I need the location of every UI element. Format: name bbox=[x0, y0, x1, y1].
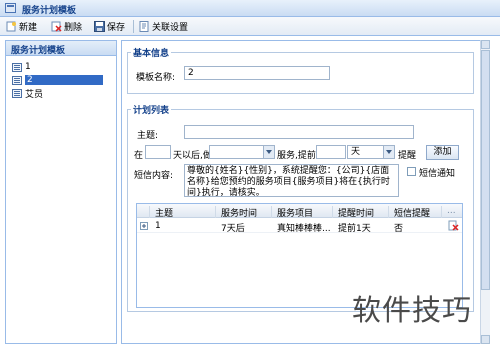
delete-button[interactable]: 删除 bbox=[49, 19, 84, 34]
col-service-item-header[interactable]: 服务项目 bbox=[273, 206, 333, 219]
link-settings-button[interactable]: 关联设置 bbox=[137, 19, 190, 34]
delete-icon bbox=[51, 21, 62, 32]
grid-header-spacer bbox=[137, 206, 150, 218]
window-titlebar: 服务计划模板 bbox=[0, 0, 500, 17]
chevron-down-icon[interactable] bbox=[383, 146, 394, 158]
in-label: 在 bbox=[134, 151, 144, 161]
new-button[interactable]: 新建 bbox=[4, 19, 39, 34]
basic-info-legend: 基本信息 bbox=[131, 46, 172, 59]
service-select[interactable] bbox=[209, 145, 275, 159]
vertical-scrollbar[interactable] bbox=[480, 40, 490, 344]
tree-item[interactable]: 1 bbox=[12, 61, 31, 73]
template-name-label: 模板名称: bbox=[136, 73, 176, 83]
subject-label: 主题: bbox=[137, 131, 159, 141]
unit-select-value: 天 bbox=[351, 147, 361, 157]
new-label: 新建 bbox=[19, 23, 38, 33]
tree-item-selected[interactable]: 2 bbox=[12, 74, 103, 86]
cell-remind-time: 提前1天 bbox=[338, 224, 371, 234]
col-remind-time-header[interactable]: 提醒时间 bbox=[334, 206, 389, 219]
col-sms-remind-header[interactable]: 短信提醒 bbox=[390, 206, 442, 219]
col-service-time-header[interactable]: 服务时间 bbox=[217, 206, 272, 219]
list-icon bbox=[12, 62, 22, 72]
save-icon bbox=[94, 21, 105, 32]
sms-content-textarea[interactable]: 尊敬的{姓名}{性别}，系统提醒您：{公司}{店面名称}给您预约的服务项目{服务… bbox=[184, 164, 399, 197]
save-label: 保存 bbox=[107, 23, 126, 33]
tree-item-label: 2 bbox=[25, 75, 103, 85]
delete-row-icon[interactable] bbox=[448, 220, 459, 234]
service-remind-label: 服务,提前 bbox=[277, 151, 316, 161]
plan-list-legend: 计划列表 bbox=[131, 103, 172, 116]
expand-icon[interactable] bbox=[140, 222, 148, 233]
sidebar: 服务计划模板 1 2 艾员 bbox=[5, 40, 117, 344]
tree-item-label: 艾员 bbox=[25, 89, 44, 100]
scroll-down-icon[interactable] bbox=[481, 335, 490, 344]
new-icon bbox=[6, 21, 17, 32]
days-input[interactable] bbox=[145, 145, 171, 159]
chevron-down-icon[interactable] bbox=[263, 146, 274, 158]
list-icon bbox=[12, 75, 22, 85]
cell-service-time: 7天后 bbox=[221, 224, 245, 234]
delete-label: 删除 bbox=[64, 23, 83, 33]
tree-item[interactable]: 艾员 bbox=[12, 87, 44, 100]
sms-notify-checkbox[interactable] bbox=[407, 167, 416, 176]
toolbar-separator bbox=[133, 20, 134, 33]
watermark: 软件技巧 bbox=[352, 293, 473, 327]
tree-item-label: 1 bbox=[25, 62, 31, 72]
cell-subject: 1 bbox=[155, 221, 161, 231]
sms-content-label: 短信内容: bbox=[134, 171, 174, 181]
grid-header: 主题 服务时间 服务项目 提醒时间 短信提醒 ... bbox=[137, 204, 463, 219]
settings-doc-icon bbox=[139, 21, 150, 32]
cell-sms-remind: 否 bbox=[394, 224, 404, 234]
sms-notify-label: 短信通知 bbox=[419, 169, 456, 179]
cell-service-item: 真知棒棒棒... bbox=[277, 224, 331, 234]
window-icon bbox=[5, 3, 16, 13]
template-name-input[interactable]: 2 bbox=[184, 66, 330, 80]
toolbar: 新建 删除 保存 关联设置 bbox=[0, 17, 500, 36]
add-button[interactable]: 添加 bbox=[426, 145, 459, 160]
sidebar-header: 服务计划模板 bbox=[6, 41, 116, 56]
remind-suffix-label: 提醒 bbox=[398, 151, 417, 161]
list-icon bbox=[12, 88, 22, 98]
subject-input[interactable] bbox=[184, 125, 414, 139]
table-row[interactable]: 1 7天后 真知棒棒棒... 提前1天 否 bbox=[137, 219, 462, 234]
col-more-header[interactable]: ... bbox=[443, 206, 463, 218]
link-settings-label: 关联设置 bbox=[152, 23, 189, 33]
days-after-label: 天以后,做 bbox=[173, 151, 212, 161]
scroll-up-icon[interactable] bbox=[481, 40, 490, 49]
remind-days-input[interactable] bbox=[316, 145, 346, 159]
window-title: 服务计划模板 bbox=[22, 6, 77, 16]
scroll-thumb[interactable] bbox=[481, 50, 490, 290]
save-button[interactable]: 保存 bbox=[92, 19, 127, 34]
unit-select[interactable]: 天 bbox=[347, 145, 395, 159]
col-subject-header[interactable]: 主题 bbox=[151, 206, 216, 219]
